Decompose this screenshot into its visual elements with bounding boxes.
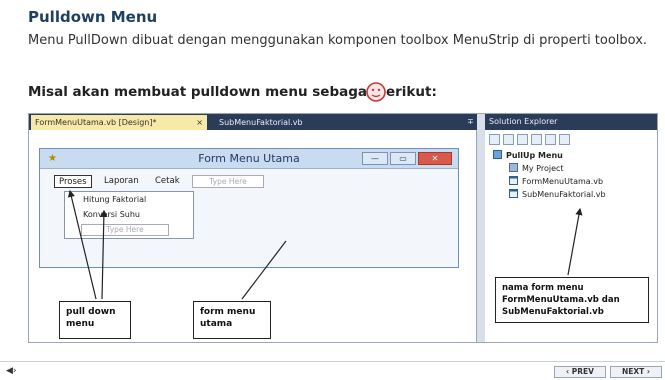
- close-button[interactable]: ✕: [418, 152, 452, 165]
- pin-icon[interactable]: ∓: [467, 115, 474, 129]
- ide-screenshot: FormMenuUtama.vb [Design]* × SubMenuFakt…: [28, 113, 658, 343]
- view-designer-icon[interactable]: [545, 134, 556, 145]
- form-file-icon: [509, 189, 518, 198]
- tree-label: FormMenuUtama.vb: [522, 177, 604, 186]
- callout-nama-form: nama form menu FormMenuUtama.vb dan SubM…: [495, 277, 649, 323]
- tree-item-project[interactable]: PullUp Menu: [493, 150, 563, 160]
- form-window[interactable]: ★ Form Menu Utama — ▭ ✕ Proses Laporan C…: [39, 148, 459, 268]
- menu-laporan[interactable]: Laporan: [104, 175, 139, 188]
- tab-label: FormMenuUtama.vb [Design]*: [35, 118, 157, 127]
- tab-close-icon[interactable]: ×: [196, 115, 203, 130]
- show-all-files-icon[interactable]: [503, 134, 514, 145]
- maximize-button[interactable]: ▭: [390, 152, 416, 165]
- slide-title: Pulldown Menu: [28, 8, 158, 26]
- tree-label: My Project: [522, 164, 564, 173]
- footer-divider: [0, 361, 665, 362]
- pulldown-menu: Hitung Faktorial Konversi Suhu Type Here: [64, 191, 194, 239]
- class-diagram-icon[interactable]: [559, 134, 570, 145]
- properties-icon[interactable]: [489, 134, 500, 145]
- view-code-icon[interactable]: [531, 134, 542, 145]
- menu-item-konversi-suhu[interactable]: Konversi Suhu: [83, 210, 140, 219]
- tree-item-submenufaktorial[interactable]: SubMenuFaktorial.vb: [509, 189, 606, 199]
- my-project-icon: [509, 163, 518, 172]
- tree-item-formmenuutama[interactable]: FormMenuUtama.vb: [509, 176, 603, 186]
- project-icon: [493, 150, 502, 159]
- menu-strip: Proses Laporan Cetak Type Here: [50, 175, 282, 188]
- document-tab-bar: FormMenuUtama.vb [Design]* × SubMenuFakt…: [29, 114, 477, 130]
- window-buttons: — ▭ ✕: [362, 152, 454, 165]
- tree-item-my-project[interactable]: My Project: [509, 163, 564, 173]
- form-titlebar: ★ Form Menu Utama — ▭ ✕: [40, 149, 458, 169]
- smiley-icon: [366, 82, 386, 102]
- solution-explorer-toolbar: [489, 134, 649, 146]
- menu-cetak[interactable]: Cetak: [155, 175, 180, 188]
- minimize-button[interactable]: —: [362, 152, 388, 165]
- next-button[interactable]: NEXT ›: [610, 366, 662, 378]
- tab-formmenuutama-design[interactable]: FormMenuUtama.vb [Design]* ×: [31, 115, 207, 130]
- callout-pulldown-menu: pull down menu: [59, 301, 131, 339]
- menu-item-type-here[interactable]: Type Here: [81, 224, 169, 236]
- menu-proses[interactable]: Proses: [54, 175, 92, 188]
- slide-description: Menu PullDown dibuat dengan menggunakan …: [28, 33, 648, 48]
- solution-explorer-title: Solution Explorer: [485, 114, 657, 130]
- prev-button[interactable]: ‹ PREV: [554, 366, 606, 378]
- tree-label: SubMenuFaktorial.vb: [522, 190, 606, 199]
- refresh-icon[interactable]: [517, 134, 528, 145]
- callout-form-menu-utama: form menu utama: [193, 301, 271, 339]
- tab-label: SubMenuFaktorial.vb: [219, 118, 303, 127]
- tab-submenufaktorial[interactable]: SubMenuFaktorial.vb: [215, 115, 335, 130]
- speaker-button[interactable]: ◀›: [6, 366, 28, 377]
- tree-label: PullUp Menu: [506, 151, 563, 160]
- menu-item-hitung-faktorial[interactable]: Hitung Faktorial: [83, 195, 146, 204]
- form-file-icon: [509, 176, 518, 185]
- menu-type-here[interactable]: Type Here: [192, 175, 264, 188]
